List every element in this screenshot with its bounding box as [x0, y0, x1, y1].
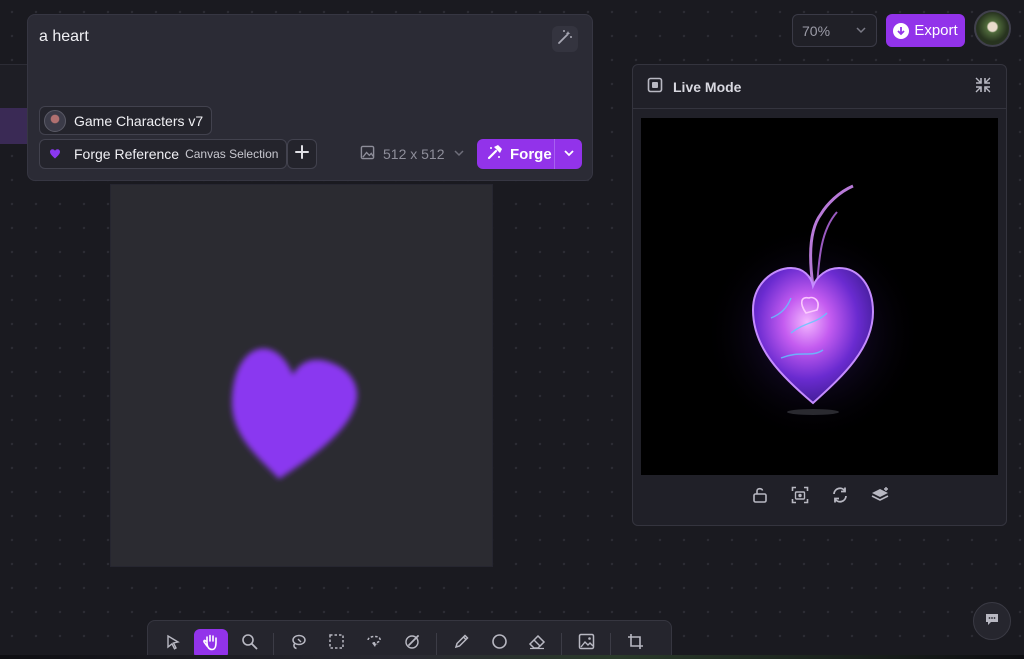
live-mode-header: Live Mode	[633, 65, 1006, 109]
chat-icon	[984, 611, 1000, 632]
toolbar-divider	[561, 633, 562, 655]
reference-label: Forge Reference	[74, 146, 180, 162]
export-button[interactable]: Export	[886, 14, 965, 47]
toolbar-divider	[610, 633, 611, 655]
image-icon	[360, 145, 375, 163]
model-avatar	[44, 109, 66, 132]
enhance-prompt-button[interactable]	[552, 26, 578, 52]
forge-hammer-icon	[487, 144, 503, 164]
forge-label: Forge	[510, 145, 552, 163]
prompt-panel: a heart Game Characters v7 Forge Referen…	[27, 14, 593, 181]
refresh-icon[interactable]	[830, 485, 850, 505]
toolbar-divider	[436, 633, 437, 655]
lasso-icon	[290, 633, 307, 655]
hand-icon	[202, 633, 220, 656]
image-icon	[578, 633, 595, 655]
screen-bottom-edge	[0, 655, 1024, 659]
live-preview-image	[641, 118, 998, 475]
capture-icon[interactable]	[790, 485, 810, 505]
forge-options-dropdown[interactable]	[554, 139, 582, 169]
export-label: Export	[914, 22, 958, 39]
model-selector[interactable]: Game Characters v7	[39, 106, 213, 135]
add-reference-button[interactable]	[287, 139, 317, 169]
magic-wand-icon	[557, 29, 573, 50]
crop-icon	[627, 633, 644, 655]
zoom-selector[interactable]: 70%	[792, 14, 877, 47]
lasso-select-icon	[365, 633, 383, 655]
collapse-icon[interactable]	[974, 76, 992, 97]
brush-icon	[404, 633, 421, 655]
forge-button[interactable]: Forge	[477, 139, 582, 169]
forge-reference-chip[interactable]: Forge Reference Canvas Selection	[39, 139, 288, 169]
prompt-input[interactable]: a heart	[39, 28, 89, 46]
chevron-down-icon	[855, 23, 867, 39]
heart-sketch	[231, 348, 358, 479]
zoom-icon	[241, 633, 258, 655]
chevron-down-icon	[453, 146, 465, 162]
zoom-level-label: 70%	[802, 22, 831, 39]
forge-main-action[interactable]: Forge	[477, 144, 554, 164]
live-mode-tools	[633, 485, 1006, 505]
user-avatar[interactable]	[974, 10, 1011, 47]
heart-thumbnail-icon	[44, 143, 66, 165]
live-mode-panel: Live Mode	[632, 64, 1007, 526]
pencil-icon	[453, 633, 470, 655]
chat-button[interactable]	[973, 602, 1011, 640]
unlock-icon[interactable]	[750, 485, 770, 505]
plus-icon	[295, 144, 309, 164]
toolbar-divider	[273, 633, 274, 655]
canvas-area[interactable]	[111, 185, 492, 566]
image-size-label: 512 x 512	[383, 146, 445, 162]
chevron-down-icon	[563, 146, 575, 163]
layers-add-icon[interactable]	[870, 485, 890, 505]
eraser-icon	[528, 633, 546, 655]
download-icon	[893, 22, 910, 39]
bottom-toolbar	[147, 620, 672, 659]
ellipse-icon	[491, 633, 508, 655]
marquee-icon	[328, 633, 345, 655]
live-mode-icon	[647, 77, 663, 96]
select-arrow-icon	[165, 634, 181, 655]
left-panel-selected-item[interactable]	[0, 108, 28, 144]
left-panel-edge	[0, 64, 28, 108]
reference-sub-label: Canvas Selection	[185, 147, 279, 161]
model-label: Game Characters v7	[74, 112, 204, 129]
image-size-selector[interactable]: 512 x 512	[360, 145, 465, 163]
live-mode-title: Live Mode	[673, 78, 742, 95]
